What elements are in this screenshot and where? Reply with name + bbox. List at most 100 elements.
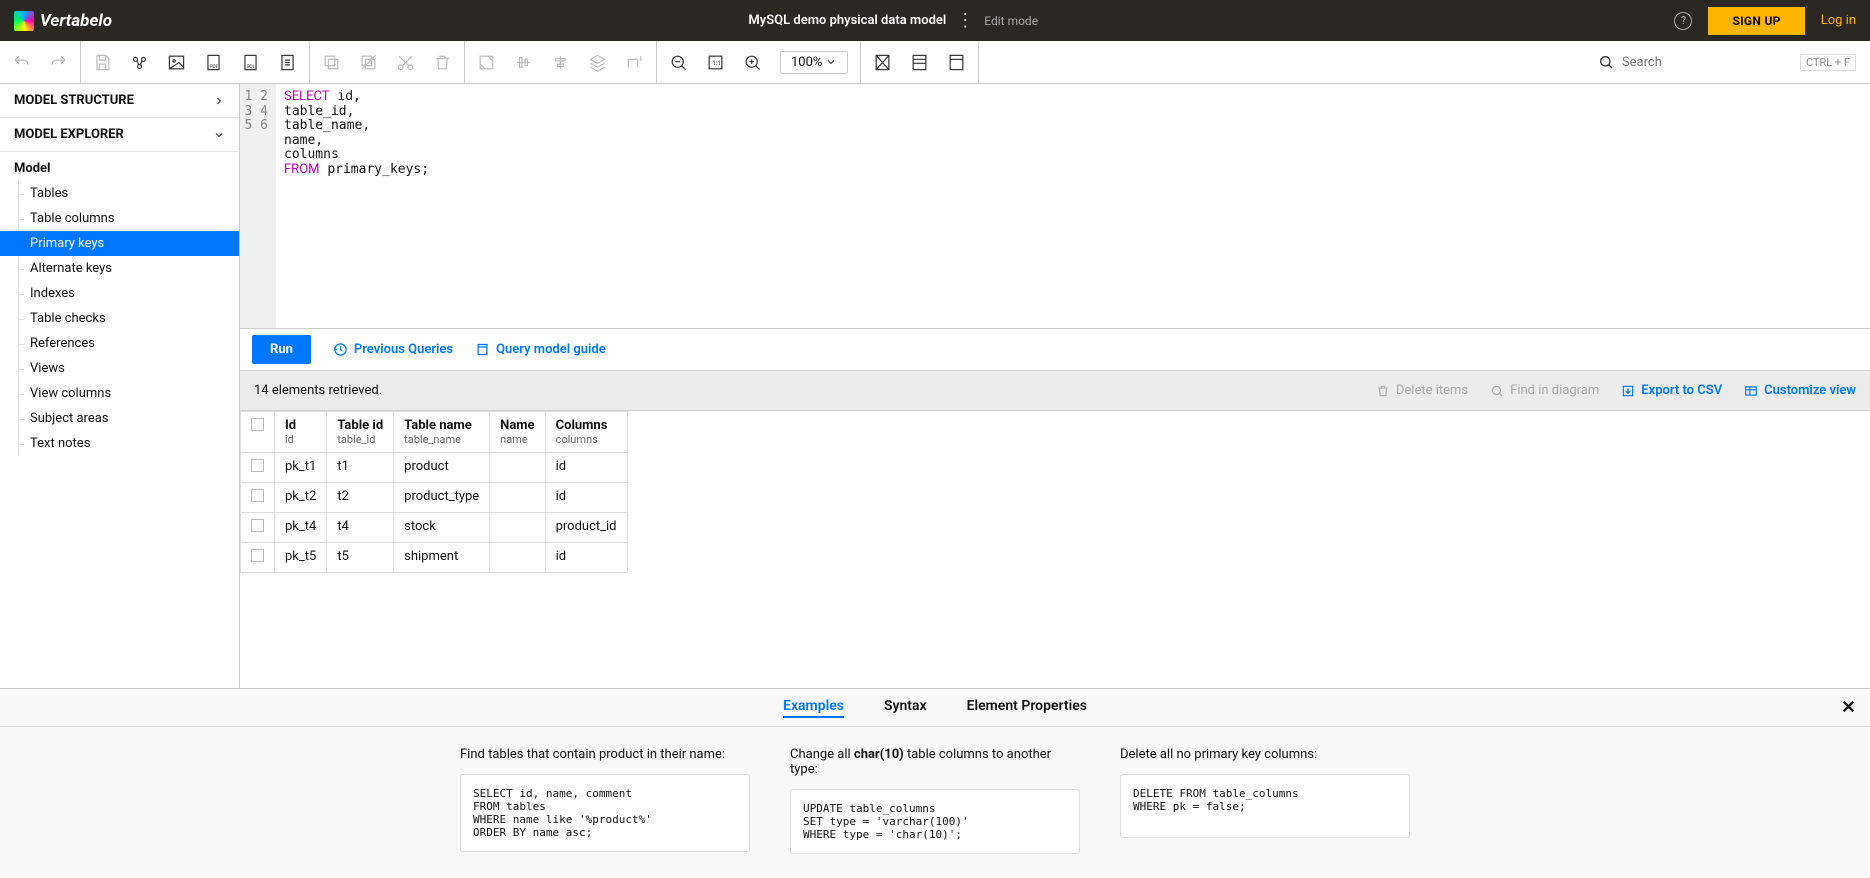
- brand-name: Vertabelo: [40, 11, 112, 31]
- tree-item[interactable]: Views: [0, 356, 239, 381]
- help-icon[interactable]: ?: [1674, 12, 1692, 30]
- table-icon: [1744, 384, 1758, 398]
- zoom-fit-icon[interactable]: 1:1: [706, 53, 725, 72]
- table-row[interactable]: pk_t4t4stockproduct_id: [241, 513, 628, 543]
- table-row[interactable]: pk_t1t1product id: [241, 453, 628, 483]
- delete-items-link[interactable]: Delete items: [1376, 383, 1468, 398]
- table-cell: t4: [327, 513, 394, 543]
- column-header[interactable]: Idid: [275, 412, 327, 453]
- more-menu-icon[interactable]: ⋮: [956, 12, 974, 30]
- delete-icon[interactable]: [433, 53, 452, 72]
- row-checkbox[interactable]: [251, 489, 264, 502]
- tree-item[interactable]: Subject areas: [0, 406, 239, 431]
- tree-item[interactable]: Alternate keys: [0, 256, 239, 281]
- tree-item[interactable]: Primary keys: [0, 231, 239, 256]
- table-cell: id: [545, 453, 627, 483]
- find-in-diagram-link[interactable]: Find in diagram: [1490, 383, 1599, 398]
- export-csv-link[interactable]: Export to CSV: [1621, 383, 1722, 398]
- tree-item[interactable]: Table checks: [0, 306, 239, 331]
- table-cell: t2: [327, 483, 394, 513]
- editor-gutter: 1 2 3 4 5 6: [240, 84, 276, 328]
- sql-icon[interactable]: SQL: [241, 53, 260, 72]
- resize-icon[interactable]: [477, 53, 496, 72]
- column-header[interactable]: Namename: [490, 412, 545, 453]
- copy-icon[interactable]: [322, 53, 341, 72]
- editor-code[interactable]: SELECT id, table_id, table_name, name, c…: [276, 84, 1870, 328]
- layers-icon[interactable]: [588, 53, 607, 72]
- column-header[interactable]: Table nametable_name: [394, 412, 490, 453]
- editor-actions: Run Previous Queries Query model guide: [240, 329, 1870, 371]
- column-header[interactable]: Table idtable_id: [327, 412, 394, 453]
- run-button[interactable]: Run: [252, 335, 311, 364]
- cut-icon[interactable]: [396, 53, 415, 72]
- table-cell: [490, 483, 545, 513]
- row-checkbox[interactable]: [251, 549, 264, 562]
- no-copy-icon[interactable]: [359, 53, 378, 72]
- save-icon[interactable]: [93, 53, 112, 72]
- table-cell: shipment: [394, 543, 490, 573]
- zoom-out-icon[interactable]: [669, 53, 688, 72]
- search-icon: [1598, 54, 1614, 70]
- tree-item[interactable]: Tables: [0, 181, 239, 206]
- undo-icon[interactable]: [12, 53, 31, 72]
- example-title: Find tables that contain product in thei…: [460, 747, 750, 762]
- share-icon[interactable]: [130, 53, 149, 72]
- bottom-tab[interactable]: Syntax: [884, 698, 927, 718]
- results-header: 14 elements retrieved. Delete items Find…: [240, 371, 1870, 411]
- signup-button[interactable]: SIGN UP: [1708, 7, 1804, 35]
- table-row[interactable]: pk_t5t5shipmentid: [241, 543, 628, 573]
- previous-queries-link[interactable]: Previous Queries: [333, 342, 453, 357]
- row-checkbox[interactable]: [251, 459, 264, 472]
- example-code[interactable]: SELECT id, name, comment FROM tables WHE…: [460, 774, 750, 852]
- bottom-tab[interactable]: Element Properties: [967, 698, 1087, 718]
- view-mode-1-icon[interactable]: [873, 53, 892, 72]
- zoom-level-select[interactable]: 100%: [780, 51, 848, 74]
- chevron-down-icon: [213, 129, 225, 141]
- image-icon[interactable]: [167, 53, 186, 72]
- connector-icon[interactable]: [625, 53, 644, 72]
- row-checkbox[interactable]: [251, 519, 264, 532]
- brand-logo[interactable]: Vertabelo: [14, 11, 112, 31]
- tree-item[interactable]: Table columns: [0, 206, 239, 231]
- model-explorer-header[interactable]: MODEL EXPLORER: [0, 118, 239, 152]
- tree-item[interactable]: References: [0, 331, 239, 356]
- tree-item[interactable]: View columns: [0, 381, 239, 406]
- tree-item[interactable]: Text notes: [0, 431, 239, 456]
- align-v-icon[interactable]: [551, 53, 570, 72]
- document-title: MySQL demo physical data model: [748, 13, 946, 28]
- redo-icon[interactable]: [49, 53, 68, 72]
- sql-editor[interactable]: 1 2 3 4 5 6 SELECT id, table_id, table_n…: [240, 84, 1870, 329]
- table-row[interactable]: pk_t2t2product_typeid: [241, 483, 628, 513]
- table-cell: [490, 543, 545, 573]
- select-all-checkbox[interactable]: [251, 418, 264, 431]
- model-structure-header[interactable]: MODEL STRUCTURE: [0, 84, 239, 118]
- align-h-icon[interactable]: [514, 53, 533, 72]
- close-panel-icon[interactable]: ✕: [1841, 697, 1856, 718]
- example-code[interactable]: UPDATE table_columns SET type = 'varchar…: [790, 789, 1080, 854]
- view-mode-3-icon[interactable]: [947, 53, 966, 72]
- bottom-tab[interactable]: Examples: [783, 698, 844, 718]
- history-icon: [333, 342, 348, 357]
- example-code[interactable]: DELETE FROM table_columns WHERE pk = fal…: [1120, 774, 1410, 838]
- results-summary: 14 elements retrieved.: [254, 383, 382, 398]
- view-mode-2-icon[interactable]: [910, 53, 929, 72]
- table-cell: pk_t1: [275, 453, 327, 483]
- svg-text:PDF: PDF: [210, 64, 219, 70]
- table-cell: t1: [327, 453, 394, 483]
- column-header[interactable]: Columnscolumns: [545, 412, 627, 453]
- table-cell: pk_t2: [275, 483, 327, 513]
- login-link[interactable]: Log in: [1821, 13, 1856, 28]
- tree-item[interactable]: Indexes: [0, 281, 239, 306]
- pdf-icon[interactable]: PDF: [204, 53, 223, 72]
- search-shortcut: CTRL + F: [1800, 54, 1856, 71]
- query-guide-link[interactable]: Query model guide: [475, 342, 606, 357]
- zoom-in-icon[interactable]: [743, 53, 762, 72]
- example-card: Find tables that contain product in thei…: [460, 747, 750, 854]
- trash-icon: [1376, 384, 1390, 398]
- tree-root[interactable]: Model: [0, 156, 239, 181]
- svg-text:1:1: 1:1: [712, 58, 721, 66]
- customize-view-link[interactable]: Customize view: [1744, 383, 1856, 398]
- table-cell: product: [394, 453, 490, 483]
- xml-icon[interactable]: [278, 53, 297, 72]
- search-input[interactable]: [1622, 55, 1792, 70]
